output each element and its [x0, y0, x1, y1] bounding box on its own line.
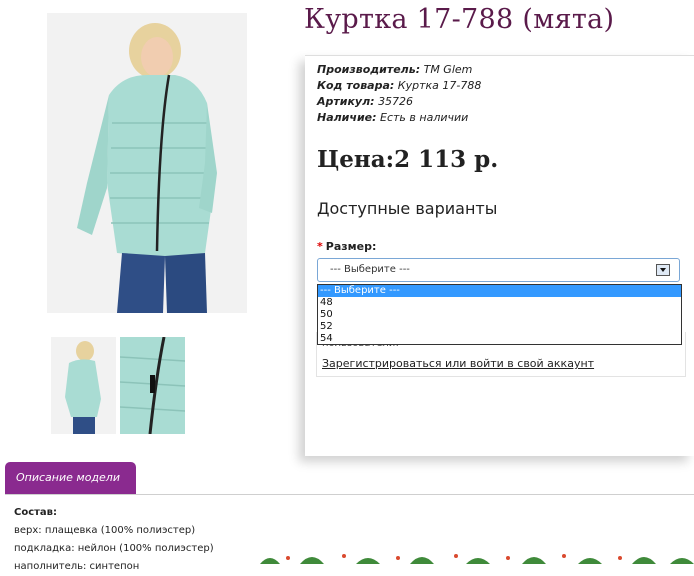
availability-label: Наличие: [317, 111, 377, 124]
product-thumbnail-1[interactable] [51, 337, 116, 434]
size-label-text: Размер: [325, 240, 377, 253]
product-title: Куртка 17-788 (мята) [304, 4, 615, 35]
register-login-link[interactable]: Зарегистрироваться или войти в свой акка… [322, 357, 594, 370]
size-option-placeholder[interactable]: --- Выберите --- [318, 285, 681, 297]
article-label: Артикул: [317, 95, 375, 108]
tab-description[interactable]: Описание модели [5, 462, 136, 494]
manufacturer-label: Производитель: [317, 63, 421, 76]
size-option-54[interactable]: 54 [318, 333, 681, 345]
product-code-row: Код товара: Куртка 17-788 [317, 78, 481, 94]
size-option-50[interactable]: 50 [318, 309, 681, 321]
product-info-panel: Производитель: TM Glem Код товара: Куртк… [305, 55, 694, 456]
manufacturer-row: Производитель: TM Glem [317, 62, 481, 78]
size-dropdown-list[interactable]: --- Выберите --- 48 50 52 54 [317, 284, 682, 345]
size-option-48[interactable]: 48 [318, 297, 681, 309]
product-attributes: Производитель: TM Glem Код товара: Куртк… [317, 62, 481, 126]
composition-line: подкладка: нейлон (100% полиэстер) [14, 543, 214, 554]
variants-heading: Доступные варианты [317, 199, 498, 218]
product-main-photo[interactable] [47, 13, 247, 313]
size-select[interactable]: --- Выберите --- [317, 258, 680, 282]
availability-row: Наличие: Есть в наличии [317, 110, 481, 126]
size-select-value: --- Выберите --- [330, 264, 410, 275]
composition-line: верх: плащевка (100% полиэстер) [14, 525, 196, 536]
tab-divider [5, 494, 694, 495]
article-row: Артикул: 35726 [317, 94, 481, 110]
thumbnail-image [51, 337, 116, 434]
product-photo-image [47, 13, 247, 313]
product-code-label: Код товара: [317, 79, 395, 92]
size-field-label: * Размер: [317, 240, 376, 253]
composition-line: наполнитель: синтепон [14, 561, 140, 572]
size-option-52[interactable]: 52 [318, 321, 681, 333]
article-value: 35726 [378, 95, 414, 108]
chevron-down-icon[interactable] [656, 264, 670, 276]
description-content: Состав: верх: плащевка (100% полиэстер) … [14, 504, 214, 576]
holiday-garland-decoration [260, 554, 694, 564]
product-price: Цена:2 113 р. [317, 146, 499, 173]
product-thumbnail-2[interactable] [120, 337, 185, 434]
tab-description-label: Описание модели [16, 471, 120, 484]
composition-heading: Состав: [14, 507, 58, 518]
thumbnail-image [120, 337, 185, 434]
product-code-value: Куртка 17-788 [397, 79, 482, 92]
manufacturer-value: TM Glem [423, 63, 473, 76]
availability-value: Есть в наличии [380, 111, 469, 124]
required-marker: * [317, 240, 323, 253]
